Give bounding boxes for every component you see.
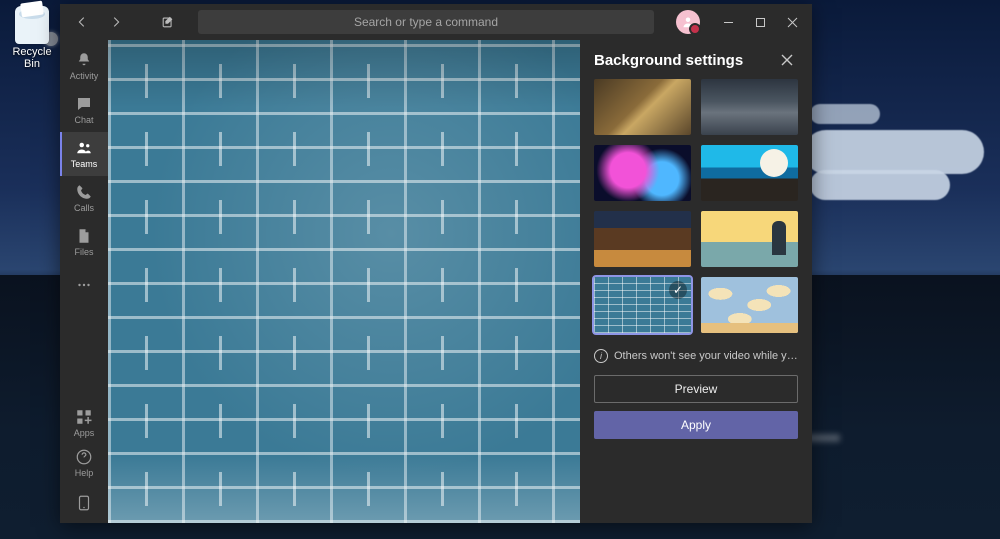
- search-input[interactable]: Search or type a command: [198, 10, 654, 34]
- minimize-button[interactable]: [712, 8, 744, 36]
- bg-thumb-blue-brick[interactable]: ✓: [594, 277, 691, 333]
- recycle-bin-icon: [15, 6, 49, 44]
- help-icon: [75, 448, 93, 466]
- bg-thumb-toy-clouds[interactable]: [701, 277, 798, 333]
- bg-thumb-castle[interactable]: [594, 79, 691, 135]
- bg-thumb-mountain-moon[interactable]: [701, 145, 798, 201]
- sidebar-item-label: Files: [74, 247, 93, 257]
- close-button[interactable]: [776, 8, 808, 36]
- bg-thumb-nebula[interactable]: [594, 145, 691, 201]
- sidebar-item-label: Activity: [70, 71, 99, 81]
- sidebar-item-activity[interactable]: Activity: [60, 44, 108, 88]
- titlebar: Search or type a command: [60, 4, 812, 40]
- teams-icon: [75, 139, 93, 157]
- phone-icon: [75, 183, 93, 201]
- sidebar-item-apps[interactable]: Apps: [60, 403, 108, 443]
- sidebar-item-label: Teams: [71, 159, 98, 169]
- preview-button[interactable]: Preview: [594, 375, 798, 403]
- back-button[interactable]: [68, 8, 96, 36]
- sidebar-item-download[interactable]: [60, 483, 108, 523]
- sidebar-item-help[interactable]: Help: [60, 443, 108, 483]
- panel-close-button[interactable]: [776, 53, 798, 69]
- panel-title: Background settings: [594, 52, 743, 69]
- sidebar-item-more[interactable]: [60, 264, 108, 308]
- background-grid: ✓: [594, 79, 798, 333]
- sidebar-item-label: Chat: [74, 115, 93, 125]
- sidebar-item-label: Apps: [74, 428, 95, 438]
- teams-window: Search or type a command Activity: [60, 4, 812, 523]
- bg-thumb-alley[interactable]: [594, 211, 691, 267]
- search-placeholder: Search or type a command: [354, 15, 498, 29]
- window-controls: [712, 8, 808, 36]
- apps-icon: [75, 408, 93, 426]
- info-line: i Others won't see your video while you …: [594, 349, 798, 363]
- apply-button[interactable]: Apply: [594, 411, 798, 439]
- new-note-button[interactable]: [154, 8, 182, 36]
- info-text: Others won't see your video while you pr…: [614, 350, 798, 362]
- bg-thumb-sunset-person[interactable]: [701, 211, 798, 267]
- file-icon: [75, 227, 93, 245]
- bell-icon: [75, 51, 93, 69]
- app-sidebar: Activity Chat Teams Calls Files: [60, 40, 108, 523]
- user-avatar[interactable]: [676, 10, 700, 34]
- forward-button[interactable]: [102, 8, 130, 36]
- main-content: Background settings ✓ i Others won't see…: [108, 40, 812, 523]
- background-settings-panel: Background settings ✓ i Others won't see…: [580, 40, 812, 523]
- chat-icon: [75, 95, 93, 113]
- sidebar-item-calls[interactable]: Calls: [60, 176, 108, 220]
- video-preview: [108, 40, 580, 523]
- recycle-bin-label: Recycle Bin: [12, 46, 51, 70]
- recycle-bin[interactable]: Recycle Bin: [6, 6, 58, 70]
- more-icon: [75, 276, 93, 294]
- sidebar-item-label: Calls: [74, 203, 94, 213]
- info-icon: i: [594, 349, 608, 363]
- sidebar-item-chat[interactable]: Chat: [60, 88, 108, 132]
- sidebar-item-label: Help: [75, 468, 94, 478]
- download-desktop-icon: [75, 494, 93, 512]
- sidebar-item-teams[interactable]: Teams: [60, 132, 108, 176]
- maximize-button[interactable]: [744, 8, 776, 36]
- check-icon: ✓: [669, 281, 687, 299]
- sidebar-item-files[interactable]: Files: [60, 220, 108, 264]
- bg-thumb-robots[interactable]: [701, 79, 798, 135]
